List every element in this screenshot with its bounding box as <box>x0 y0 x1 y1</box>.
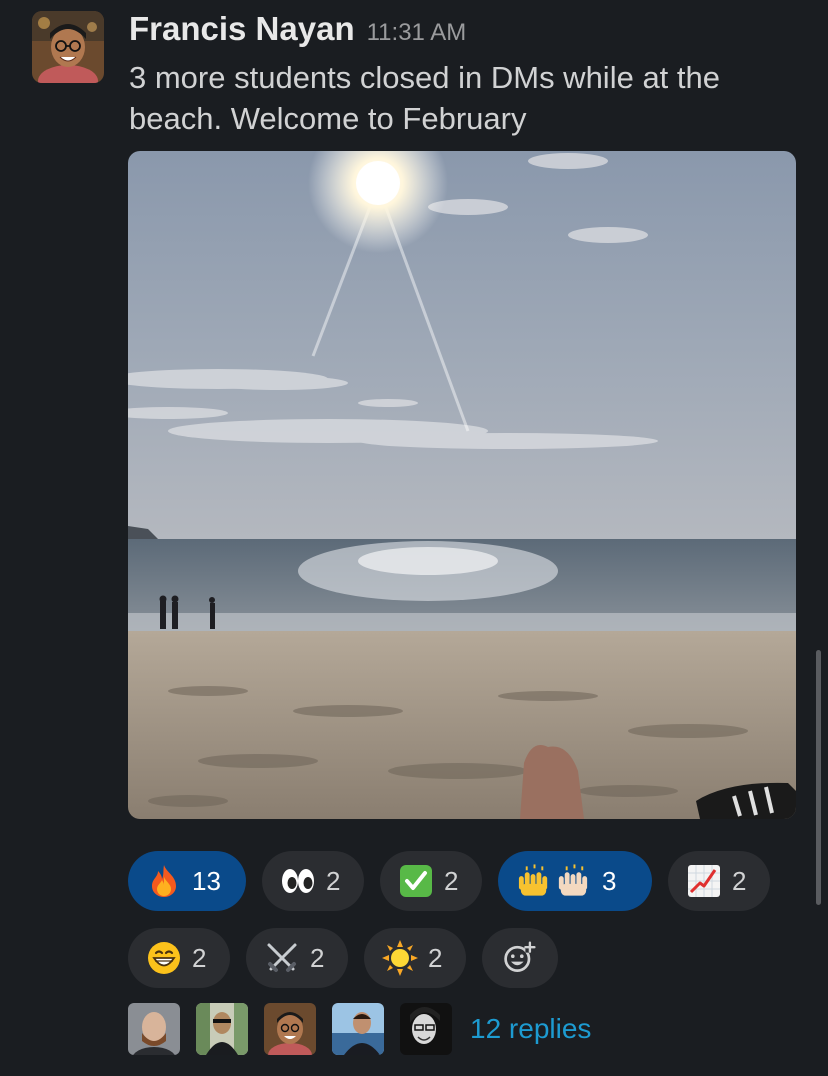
fire-icon <box>146 863 182 899</box>
check-mark-icon <box>398 863 434 899</box>
chart-increasing-icon <box>686 863 722 899</box>
reaction-count: 3 <box>602 865 617 896</box>
add-reaction-button[interactable] <box>482 928 558 988</box>
reaction-count: 2 <box>192 942 207 973</box>
avatar-2 <box>196 1003 248 1055</box>
reaction-chart-increasing[interactable]: 2 <box>668 851 770 911</box>
replies-link[interactable]: 12 replies <box>470 1013 591 1045</box>
add-emoji-icon <box>502 940 538 976</box>
beach-photo[interactable] <box>128 151 796 819</box>
reaction-grinning-face[interactable]: 2 <box>128 928 230 988</box>
avatar-3 <box>264 1003 316 1055</box>
message-text: 3 more students closed in DMs while at t… <box>129 60 720 136</box>
reaction-count: 2 <box>444 865 459 896</box>
reactions-row: 2 2 2 <box>128 928 558 988</box>
grinning-face-icon <box>146 940 182 976</box>
reaction-count: 2 <box>732 865 747 896</box>
reaction-sun[interactable]: 2 <box>364 928 466 988</box>
reaction-count: 2 <box>326 865 341 896</box>
reaction-check-mark[interactable]: 2 <box>380 851 482 911</box>
message-timestamp[interactable]: 11:31 AM <box>367 19 467 47</box>
reactions-row: 13 2 2 3 2 <box>128 851 770 911</box>
sun-icon <box>382 940 418 976</box>
message-header: Francis Nayan 11:31 AM <box>129 10 466 48</box>
avatar-1 <box>128 1003 180 1055</box>
author-name[interactable]: Francis Nayan <box>129 10 355 48</box>
raised-hands-icon <box>516 863 592 899</box>
author-avatar[interactable] <box>32 11 104 83</box>
reaction-count: 13 <box>192 865 221 896</box>
reaction-eyes[interactable]: 2 <box>262 851 364 911</box>
thread-replies[interactable]: 12 replies <box>128 1003 591 1055</box>
message: Francis Nayan 11:31 AM 3 more students c… <box>0 0 828 1076</box>
scrollbar[interactable] <box>816 650 821 905</box>
reaction-raised-hands[interactable]: 3 <box>498 851 652 911</box>
reaction-crossed-swords[interactable]: 2 <box>246 928 348 988</box>
reaction-count: 2 <box>428 942 443 973</box>
avatar-4 <box>332 1003 384 1055</box>
eyes-icon <box>280 863 316 899</box>
reaction-count: 2 <box>310 942 325 973</box>
reaction-fire[interactable]: 13 <box>128 851 246 911</box>
avatar-5 <box>400 1003 452 1055</box>
crossed-swords-icon <box>264 940 300 976</box>
